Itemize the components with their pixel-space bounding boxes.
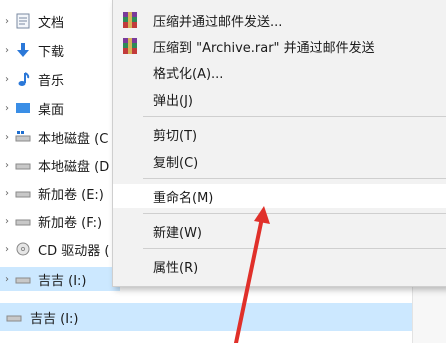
drive-icon <box>14 128 32 146</box>
menu-separator <box>143 178 446 179</box>
sidebar-item-music[interactable]: › 音乐 <box>0 67 120 91</box>
menu-item-label: 弹出(J) <box>153 93 193 109</box>
context-menu: 压缩并通过邮件发送... 压缩到 "Archive.rar" 并通过邮件发送 格… <box>112 0 446 287</box>
sidebar-item-label: 吉吉 (I:) <box>38 273 87 289</box>
menu-item-cut[interactable]: 剪切(T) <box>113 122 446 146</box>
documents-icon <box>14 12 32 30</box>
menu-separator <box>143 213 446 214</box>
sidebar-item-drive-f[interactable]: › 新加卷 (F:) <box>0 209 120 233</box>
menu-separator <box>143 248 446 249</box>
menu-separator <box>143 116 446 117</box>
sidebar-item-documents[interactable]: › 文档 <box>0 9 120 33</box>
drive-icon <box>14 156 32 174</box>
sidebar-item-drive-e[interactable]: › 新加卷 (E:) <box>0 181 120 205</box>
usb-drive-icon <box>14 270 32 288</box>
menu-item-label: 复制(C) <box>153 155 199 171</box>
chevron-right-icon[interactable]: › <box>2 244 12 255</box>
chevron-right-icon[interactable]: › <box>2 103 12 114</box>
menu-item-compress-to-archive-and-email[interactable]: 压缩到 "Archive.rar" 并通过邮件发送 <box>113 34 446 58</box>
sidebar-item-label: 本地磁盘 (C <box>38 131 109 147</box>
sidebar-item-label: CD 驱动器 ( <box>38 243 110 259</box>
menu-item-eject[interactable]: 弹出(J) <box>113 87 446 111</box>
sidebar-item-desktop[interactable]: › 桌面 <box>0 96 120 120</box>
menu-item-label: 重命名(M) <box>153 190 214 206</box>
sidebar-item-usb-drive[interactable]: › 吉吉 (I:) <box>0 267 120 291</box>
chevron-right-icon[interactable]: › <box>2 274 12 285</box>
menu-item-label: 新建(W) <box>153 225 202 241</box>
desktop-icon <box>14 99 32 117</box>
sidebar-item-label: 下载 <box>38 44 65 60</box>
cd-drive-icon <box>14 240 32 258</box>
usb-drive-icon <box>6 310 24 324</box>
sidebar-item-drive-d[interactable]: › 本地磁盘 (D <box>0 153 120 177</box>
menu-item-label: 剪切(T) <box>153 128 198 144</box>
chevron-right-icon[interactable]: › <box>2 216 12 227</box>
menu-item-format[interactable]: 格式化(A)... <box>113 60 446 84</box>
sidebar-item-label: 本地磁盘 (D <box>38 159 110 175</box>
chevron-right-icon[interactable]: › <box>2 74 12 85</box>
menu-item-label: 属性(R) <box>153 260 199 276</box>
menu-item-copy[interactable]: 复制(C) <box>113 149 446 173</box>
chevron-right-icon[interactable]: › <box>2 160 12 171</box>
chevron-right-icon[interactable]: › <box>2 132 12 143</box>
sidebar-item-label: 音乐 <box>38 73 65 89</box>
menu-item-label: 格式化(A)... <box>153 66 224 82</box>
menu-item-new[interactable]: 新建(W) <box>113 219 446 243</box>
sidebar-item-usb-drive-root[interactable]: 吉吉 (I:) <box>0 303 412 331</box>
sidebar-item-drive-c[interactable]: › 本地磁盘 (C <box>0 125 120 149</box>
sidebar-item-label: 新加卷 (E:) <box>38 187 104 203</box>
menu-item-label: 压缩并通过邮件发送... <box>153 14 283 30</box>
chevron-right-icon[interactable]: › <box>2 16 12 27</box>
drive-icon <box>14 184 32 202</box>
drive-icon <box>14 212 32 230</box>
music-icon <box>14 70 32 88</box>
sidebar-item-label: 吉吉 (I:) <box>30 311 79 327</box>
chevron-right-icon[interactable]: › <box>2 45 12 56</box>
sidebar-item-label: 桌面 <box>38 102 65 118</box>
sidebar-item-label: 文档 <box>38 15 65 31</box>
winrar-icon <box>121 37 139 55</box>
menu-item-rename[interactable]: 重命名(M) <box>113 184 446 208</box>
sidebar-item-cd-drive[interactable]: › CD 驱动器 ( <box>0 237 120 261</box>
sidebar-item-downloads[interactable]: › 下载 <box>0 38 120 62</box>
menu-item-label: 压缩到 "Archive.rar" 并通过邮件发送 <box>153 40 375 56</box>
winrar-icon <box>121 11 139 29</box>
download-icon <box>14 41 32 59</box>
menu-item-compress-and-email[interactable]: 压缩并通过邮件发送... <box>113 8 446 32</box>
menu-item-properties[interactable]: 属性(R) <box>113 254 446 278</box>
sidebar-item-label: 新加卷 (F:) <box>38 215 103 231</box>
chevron-right-icon[interactable]: › <box>2 188 12 199</box>
